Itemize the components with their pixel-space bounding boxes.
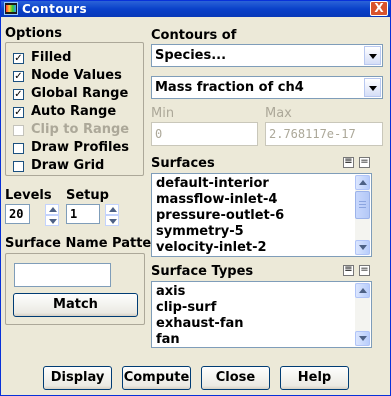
global-range-label: Global Range — [31, 86, 129, 101]
auto-range-checkbox[interactable]: ✓ — [13, 107, 24, 118]
help-button[interactable]: Help — [280, 366, 349, 390]
surfaces-scrollbar[interactable] — [355, 175, 370, 255]
surfaces-deselect-all-button[interactable]: = — [359, 157, 370, 168]
list-item[interactable]: axis — [156, 283, 185, 300]
chevron-down-icon[interactable] — [364, 78, 381, 97]
levels-input[interactable]: 20 — [5, 204, 30, 224]
contours-dialog: Contours X Options ✓ Filled ✓ Node Value… — [0, 0, 391, 396]
options-heading: Options — [5, 26, 62, 41]
draw-grid-checkbox[interactable] — [13, 161, 24, 172]
fluent-app-icon — [4, 2, 18, 15]
list-item[interactable]: symmetry-5 — [156, 223, 244, 240]
list-item[interactable]: clip-surf — [156, 299, 216, 316]
setup-input[interactable]: 1 — [66, 204, 100, 224]
display-button[interactable]: Display — [43, 366, 112, 390]
global-range-checkbox[interactable]: ✓ — [13, 89, 24, 100]
surfaces-select-all-button[interactable]: ≡ — [343, 157, 354, 168]
contours-quantity-value: Mass fraction of ch4 — [155, 80, 304, 95]
max-field: 2.768117e-17 — [265, 122, 383, 146]
scroll-up-icon[interactable] — [355, 175, 370, 190]
list-item[interactable]: massflow-inlet-4 — [156, 191, 277, 208]
list-item[interactable]: pressure-outlet-6 — [156, 207, 284, 224]
surface-types-scrollbar[interactable] — [355, 283, 370, 346]
contours-category-dropdown[interactable]: Species... — [151, 44, 383, 67]
setup-label: Setup — [66, 188, 109, 203]
filled-label: Filled — [31, 50, 72, 65]
auto-range-label: Auto Range — [31, 104, 117, 119]
contours-of-label: Contours of — [151, 28, 237, 43]
clip-to-range-checkbox — [13, 125, 24, 136]
chevron-down-icon[interactable] — [364, 46, 381, 65]
scroll-thumb[interactable] — [355, 191, 370, 219]
list-item[interactable]: exhaust-fan — [156, 315, 244, 332]
surface-types-label: Surface Types — [151, 264, 254, 279]
filled-checkbox[interactable]: ✓ — [13, 53, 24, 64]
surface-name-pattern-input[interactable] — [14, 263, 111, 287]
surface-types-select-all-button[interactable]: ≡ — [343, 265, 354, 276]
contours-category-value: Species... — [155, 48, 227, 63]
levels-increment[interactable] — [45, 204, 59, 215]
title-bar[interactable]: Contours X — [1, 1, 390, 17]
close-window-button[interactable]: X — [370, 1, 388, 16]
max-label: Max — [265, 106, 292, 121]
node-values-label: Node Values — [31, 68, 122, 83]
node-values-checkbox[interactable]: ✓ — [13, 71, 24, 82]
list-item[interactable]: velocity-inlet-2 — [156, 239, 267, 256]
close-button[interactable]: Close — [201, 366, 270, 390]
contours-quantity-dropdown[interactable]: Mass fraction of ch4 — [151, 76, 383, 99]
scroll-down-icon[interactable] — [355, 240, 370, 255]
setup-decrement[interactable] — [105, 215, 119, 226]
levels-label: Levels — [5, 188, 52, 203]
match-button[interactable]: Match — [13, 293, 138, 317]
surface-types-list[interactable]: axis clip-surf exhaust-fan fan — [151, 281, 372, 348]
surfaces-list[interactable]: default-interior massflow-inlet-4 pressu… — [151, 173, 372, 257]
list-item[interactable]: fan — [156, 331, 180, 348]
draw-grid-label: Draw Grid — [31, 158, 105, 173]
scroll-down-icon[interactable] — [355, 331, 370, 346]
scroll-up-icon[interactable] — [355, 283, 370, 298]
levels-decrement[interactable] — [45, 215, 59, 226]
compute-button[interactable]: Compute — [122, 366, 191, 390]
surface-types-deselect-all-button[interactable]: = — [359, 265, 370, 276]
surface-name-pattern-label: Surface Name Pattern — [5, 236, 167, 251]
draw-profiles-checkbox[interactable] — [13, 143, 24, 154]
list-item[interactable]: default-interior — [156, 175, 269, 192]
min-label: Min — [151, 106, 175, 121]
min-field: 0 — [151, 122, 258, 146]
setup-increment[interactable] — [105, 204, 119, 215]
surfaces-label: Surfaces — [151, 156, 215, 171]
draw-profiles-label: Draw Profiles — [31, 140, 130, 155]
window-title: Contours — [22, 2, 88, 16]
clip-to-range-label: Clip to Range — [31, 122, 130, 137]
